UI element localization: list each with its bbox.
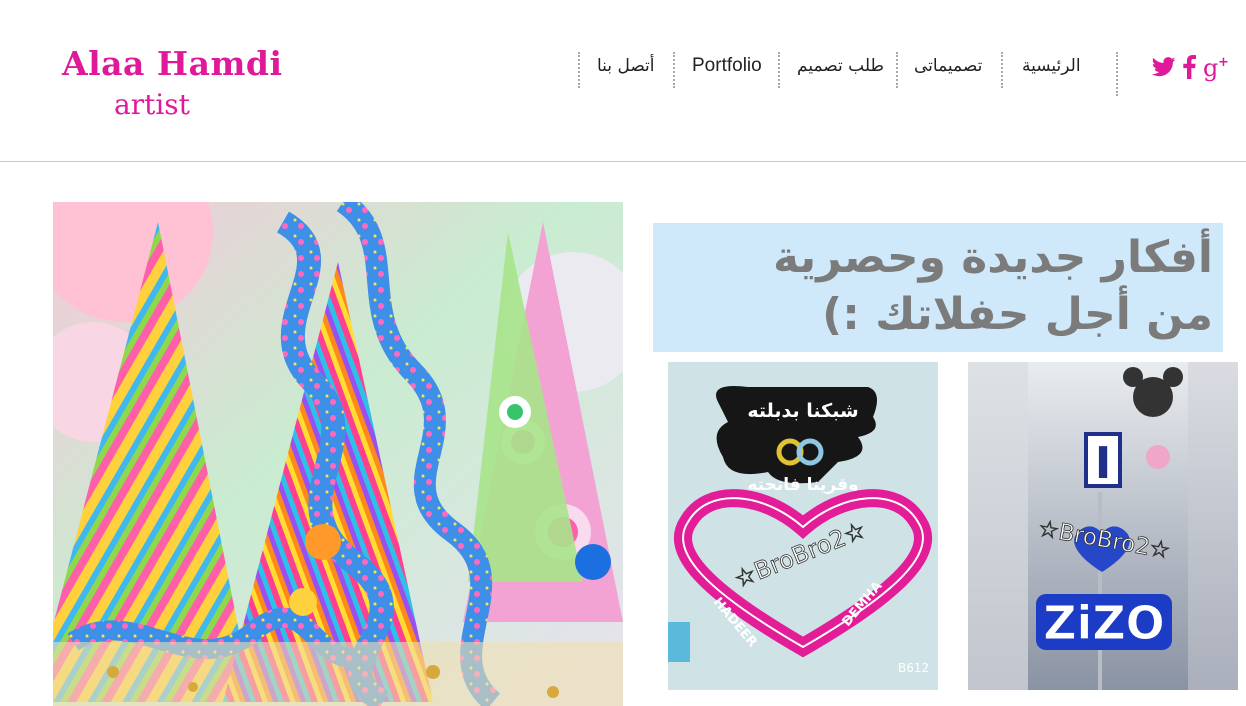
svg-text:+: + xyxy=(1218,55,1229,70)
party-hats-image xyxy=(53,202,623,706)
zizo-name: ZiZO xyxy=(1043,596,1165,650)
headline-line-2: من أجل حفلاتك :) xyxy=(822,289,1213,340)
nav-home[interactable]: الرئيسية xyxy=(1022,56,1081,76)
nav-separator xyxy=(673,52,675,88)
nav-separator xyxy=(778,52,780,88)
svg-text:g: g xyxy=(1203,54,1218,82)
nav-separator xyxy=(1116,52,1118,96)
twitter-icon[interactable] xyxy=(1152,57,1176,85)
zizo-topper-photo[interactable]: I ☆BroBro2☆ ZiZO xyxy=(968,362,1238,690)
site-header: Alaa Hamdi artist أتصل بنا Portfolio طلب… xyxy=(0,0,1246,162)
nav-order-design[interactable]: طلب تصميم xyxy=(797,56,884,76)
nav-separator xyxy=(578,52,580,88)
facebook-icon[interactable] xyxy=(1183,55,1196,83)
topper-top-text: شبكنا بدبلته xyxy=(747,400,858,422)
headline-line-1: أفكار جديدة وحصرية xyxy=(773,232,1213,283)
nav-separator xyxy=(1001,52,1003,88)
nav-portfolio[interactable]: Portfolio xyxy=(692,55,762,77)
logo-subtitle: artist xyxy=(114,88,190,121)
nav-my-designs[interactable]: تصميماتى xyxy=(914,56,982,76)
headline-banner: أفكار جديدة وحصرية من أجل حفلاتك :) xyxy=(653,223,1223,352)
google-plus-icon[interactable]: g + xyxy=(1203,54,1229,82)
zizo-letter-i: I xyxy=(1095,438,1111,489)
engagement-topper-photo[interactable]: شبكنا بدبلته وقرينا فاتحته HADEER DEMHA … xyxy=(668,362,938,690)
topper-corner-mark: B612 xyxy=(898,661,929,675)
nav-contact[interactable]: أتصل بنا xyxy=(597,56,655,76)
topper-mid-text: وقرينا فاتحته xyxy=(747,475,858,495)
nav-separator xyxy=(896,52,898,88)
logo-name[interactable]: Alaa Hamdi xyxy=(62,44,282,83)
